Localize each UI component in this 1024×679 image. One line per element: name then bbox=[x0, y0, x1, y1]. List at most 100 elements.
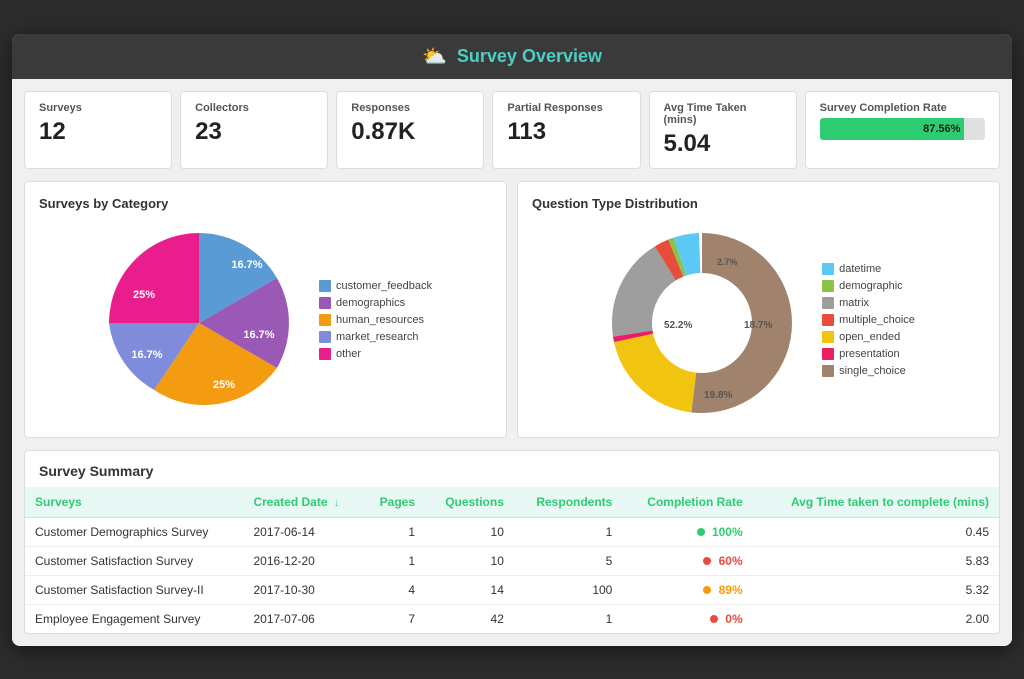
legend-color-demographics bbox=[319, 297, 331, 309]
cell-respondents: 100 bbox=[514, 575, 622, 604]
legend-label-market-research: market_research bbox=[336, 331, 419, 343]
col-surveys[interactable]: Surveys bbox=[25, 487, 243, 518]
legend-label-multiple-choice: multiple_choice bbox=[839, 314, 915, 326]
cell-survey-name: Customer Demographics Survey bbox=[25, 517, 243, 546]
svg-text:19.8%: 19.8% bbox=[704, 390, 732, 401]
donut-chart-title: Question Type Distribution bbox=[532, 196, 985, 211]
legend-color-other bbox=[319, 348, 331, 360]
stat-responses: Responses 0.87K bbox=[336, 91, 484, 169]
stat-collectors-label: Collectors bbox=[195, 102, 313, 114]
stat-responses-label: Responses bbox=[351, 102, 469, 114]
table-row: Customer Demographics Survey 2017-06-14 … bbox=[25, 517, 999, 546]
charts-row: Surveys by Category 16.7% bbox=[24, 181, 1000, 438]
legend-market-research: market_research bbox=[319, 331, 432, 343]
donut-legend: datetime demographic matrix multipl bbox=[822, 263, 915, 382]
stat-surveys: Surveys 12 bbox=[24, 91, 172, 169]
svg-text:16.7%: 16.7% bbox=[231, 259, 262, 271]
pie-chart-title: Surveys by Category bbox=[39, 196, 492, 211]
stat-avgtime-value: 5.04 bbox=[664, 130, 782, 158]
legend-single-choice: single_choice bbox=[822, 365, 915, 377]
sort-arrow-icon: ↓ bbox=[334, 498, 339, 509]
legend-label-presentation: presentation bbox=[839, 348, 900, 360]
cell-completion: 60% bbox=[622, 546, 752, 575]
legend-color-matrix bbox=[822, 297, 834, 309]
col-pages[interactable]: Pages bbox=[363, 487, 426, 518]
cell-questions: 10 bbox=[425, 546, 514, 575]
pie-chart-card: Surveys by Category 16.7% bbox=[24, 181, 507, 438]
completion-dot bbox=[703, 557, 711, 565]
stat-collectors: Collectors 23 bbox=[180, 91, 328, 169]
legend-human-resources: human_resources bbox=[319, 314, 432, 326]
app-window: ⛅ Survey Overview Surveys 12 Collectors … bbox=[12, 34, 1012, 646]
table-row: Customer Satisfaction Survey-II 2017-10-… bbox=[25, 575, 999, 604]
completion-percent: 89% bbox=[719, 583, 743, 597]
completion-percent: 60% bbox=[719, 554, 743, 568]
svg-text:16.7%: 16.7% bbox=[131, 349, 162, 361]
cell-survey-name: Customer Satisfaction Survey-II bbox=[25, 575, 243, 604]
cell-date: 2016-12-20 bbox=[243, 546, 362, 575]
legend-color-human-resources bbox=[319, 314, 331, 326]
legend-demographic: demographic bbox=[822, 280, 915, 292]
stat-completion-label: Survey Completion Rate bbox=[820, 102, 985, 114]
svg-text:52.2%: 52.2% bbox=[664, 320, 692, 331]
legend-multiple-choice: multiple_choice bbox=[822, 314, 915, 326]
cell-completion: 100% bbox=[622, 517, 752, 546]
table-header-row: Surveys Created Date ↓ Pages Questions R… bbox=[25, 487, 999, 518]
survey-table-card: Survey Summary Surveys Created Date ↓ Pa… bbox=[24, 450, 1000, 634]
legend-presentation: presentation bbox=[822, 348, 915, 360]
legend-label-customer-feedback: customer_feedback bbox=[336, 280, 432, 292]
cell-date: 2017-10-30 bbox=[243, 575, 362, 604]
col-questions[interactable]: Questions bbox=[425, 487, 514, 518]
legend-demographics: demographics bbox=[319, 297, 432, 309]
stat-partial-value: 113 bbox=[507, 118, 625, 146]
stat-avgtime: Avg Time Taken (mins) 5.04 bbox=[649, 91, 797, 169]
stat-responses-value: 0.87K bbox=[351, 118, 469, 146]
legend-label-datetime: datetime bbox=[839, 263, 881, 275]
table-row: Customer Satisfaction Survey 2016-12-20 … bbox=[25, 546, 999, 575]
completion-dot bbox=[710, 615, 718, 623]
cell-date: 2017-07-06 bbox=[243, 604, 362, 633]
cell-avg-time: 2.00 bbox=[753, 604, 999, 633]
cell-respondents: 1 bbox=[514, 604, 622, 633]
cell-pages: 1 bbox=[363, 546, 426, 575]
cell-pages: 1 bbox=[363, 517, 426, 546]
col-completion-rate[interactable]: Completion Rate bbox=[622, 487, 752, 518]
col-respondents[interactable]: Respondents bbox=[514, 487, 622, 518]
donut-chart-card: Question Type Distribution bbox=[517, 181, 1000, 438]
legend-color-demographic bbox=[822, 280, 834, 292]
stat-collectors-value: 23 bbox=[195, 118, 313, 146]
col-avg-time[interactable]: Avg Time taken to complete (mins) bbox=[753, 487, 999, 518]
completion-percent: 0% bbox=[725, 612, 742, 626]
legend-color-datetime bbox=[822, 263, 834, 275]
legend-color-market-research bbox=[319, 331, 331, 343]
completion-bar-container: 87.56% bbox=[820, 118, 985, 140]
cell-questions: 42 bbox=[425, 604, 514, 633]
survey-table: Surveys Created Date ↓ Pages Questions R… bbox=[25, 487, 999, 633]
legend-label-demographics: demographics bbox=[336, 297, 405, 309]
svg-text:25%: 25% bbox=[133, 289, 155, 301]
cell-respondents: 1 bbox=[514, 517, 622, 546]
legend-label-matrix: matrix bbox=[839, 297, 869, 309]
main-content: Surveys 12 Collectors 23 Responses 0.87K… bbox=[12, 79, 1012, 646]
legend-color-customer-feedback bbox=[319, 280, 331, 292]
cell-completion: 89% bbox=[622, 575, 752, 604]
svg-text:2.7%: 2.7% bbox=[717, 257, 738, 267]
pie-chart-svg: 16.7% 16.7% 25% 16.7% 25% bbox=[99, 223, 299, 423]
stat-partial-label: Partial Responses bbox=[507, 102, 625, 114]
svg-text:16.7%: 16.7% bbox=[243, 329, 274, 341]
completion-bar-text: 87.56% bbox=[923, 123, 960, 135]
legend-label-open-ended: open_ended bbox=[839, 331, 900, 343]
cell-pages: 4 bbox=[363, 575, 426, 604]
cell-avg-time: 5.32 bbox=[753, 575, 999, 604]
cell-questions: 14 bbox=[425, 575, 514, 604]
stat-avgtime-label: Avg Time Taken (mins) bbox=[664, 102, 782, 126]
stat-partial: Partial Responses 113 bbox=[492, 91, 640, 169]
completion-percent: 100% bbox=[712, 525, 743, 539]
legend-other: other bbox=[319, 348, 432, 360]
col-created-date[interactable]: Created Date ↓ bbox=[243, 487, 362, 518]
app-title: Survey Overview bbox=[457, 46, 602, 67]
cell-pages: 7 bbox=[363, 604, 426, 633]
completion-bar-fill: 87.56% bbox=[820, 118, 965, 140]
legend-open-ended: open_ended bbox=[822, 331, 915, 343]
legend-label-other: other bbox=[336, 348, 361, 360]
